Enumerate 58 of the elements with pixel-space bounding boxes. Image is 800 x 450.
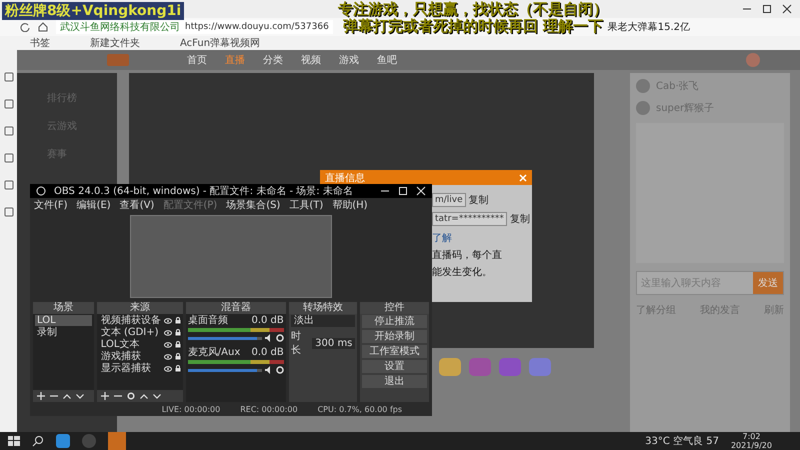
control-button[interactable]: 停止推流 (362, 315, 428, 328)
dock-title: 转场特效 (288, 302, 358, 314)
clock-date[interactable]: 2021/9/20 (730, 441, 772, 450)
menu-item[interactable]: 查看(V) (120, 198, 154, 212)
dialog-note: 能发生变化。 (432, 267, 492, 279)
dialog-title: 直播信息 (325, 172, 365, 184)
duration-field[interactable]: 300 ms (312, 338, 356, 348)
dock-title: 混音器 (186, 302, 286, 314)
dialog-note: 直播码，每个直 (432, 250, 502, 262)
source-item[interactable]: 视频捕获设备 (98, 315, 161, 326)
transition-dropdown[interactable]: 淡出 (290, 315, 356, 327)
address-field[interactable]: 武汉斗鱼网络科技有限公司 https://www.douyu.com/537366 (56, 20, 333, 34)
menu-item[interactable]: 工具(T) (289, 198, 324, 212)
control-button[interactable]: 工作室模式 (362, 345, 428, 358)
nav-link[interactable]: 游戏 (339, 53, 359, 67)
browser-tab[interactable]: 果老大弹幕15.2亿 (608, 20, 690, 34)
learn-more-link[interactable]: 了解 (432, 231, 452, 245)
text-field[interactable]: tatr=********** (432, 212, 507, 226)
text-field[interactable]: m/live (432, 193, 466, 207)
channel-reading: 0.0 dB (251, 347, 284, 358)
channel-name: 麦克风/Aux (188, 347, 240, 358)
overlay-caption: 专注游戏，只想赢，找状态（不是自闭） (338, 1, 608, 18)
control-button[interactable]: 设置 (362, 360, 428, 373)
bookmark-link[interactable]: AcFun弹幕视频网 (180, 36, 260, 50)
menu-item[interactable]: 文件(F) (34, 198, 68, 212)
dock-title: 来源 (96, 302, 183, 314)
channel-reading: 0.0 dB (251, 315, 284, 326)
nav-link[interactable]: 鱼吧 (377, 53, 397, 67)
copy-button[interactable]: 复制 (510, 212, 530, 226)
copy-button[interactable]: 复制 (468, 193, 489, 207)
clock-time[interactable]: 7:02 (742, 432, 760, 441)
overlay-caption: 弹幕打完或者死掉的时候再回 理解一下 (342, 18, 604, 35)
status-text: LIVE: 00:00:00 (162, 404, 220, 414)
window-title: OBS 24.0.3 (64-bit, windows) - 配置文件: 未命名 - 场景: 未命名 (54, 184, 354, 198)
scene-item[interactable]: 录制 (35, 327, 92, 338)
scene-item[interactable]: LOL (35, 315, 92, 326)
source-item[interactable]: 游戏捕获 (98, 351, 161, 362)
status-text: REC: 00:00:00 (240, 404, 298, 414)
source-item[interactable]: LOL文本 (98, 339, 161, 350)
status-text: CPU: 0.7%, 60.00 fps (318, 404, 402, 414)
bookmark-link[interactable]: 书签 (30, 36, 50, 50)
menu-item[interactable]: 场景集合(S) (226, 198, 280, 212)
dock-title: 场景 (33, 302, 94, 314)
menu-item[interactable]: 编辑(E) (76, 198, 111, 212)
dock-title: 控件 (360, 302, 430, 314)
channel-name: 桌面音频 (188, 315, 228, 326)
nav-link[interactable]: 视频 (301, 53, 321, 67)
menu-item[interactable]: 帮助(H) (332, 198, 368, 212)
nav-link[interactable]: 首页 (187, 53, 207, 67)
weather-text[interactable]: 33°C 空气良 57 (645, 434, 719, 448)
control-button[interactable]: 退出 (362, 375, 428, 388)
duration-label: 时长 (290, 330, 302, 357)
bookmark-link[interactable]: 新建文件夹 (90, 36, 140, 50)
source-item[interactable]: 显示器捕获 (98, 363, 161, 374)
source-item[interactable]: 文本 (GDI+) (98, 327, 161, 338)
nav-link[interactable]: 分类 (263, 53, 283, 67)
overlay-caption: 粉丝牌8级+Vqingkong1i (2, 2, 184, 20)
control-button[interactable]: 开始录制 (362, 330, 428, 343)
